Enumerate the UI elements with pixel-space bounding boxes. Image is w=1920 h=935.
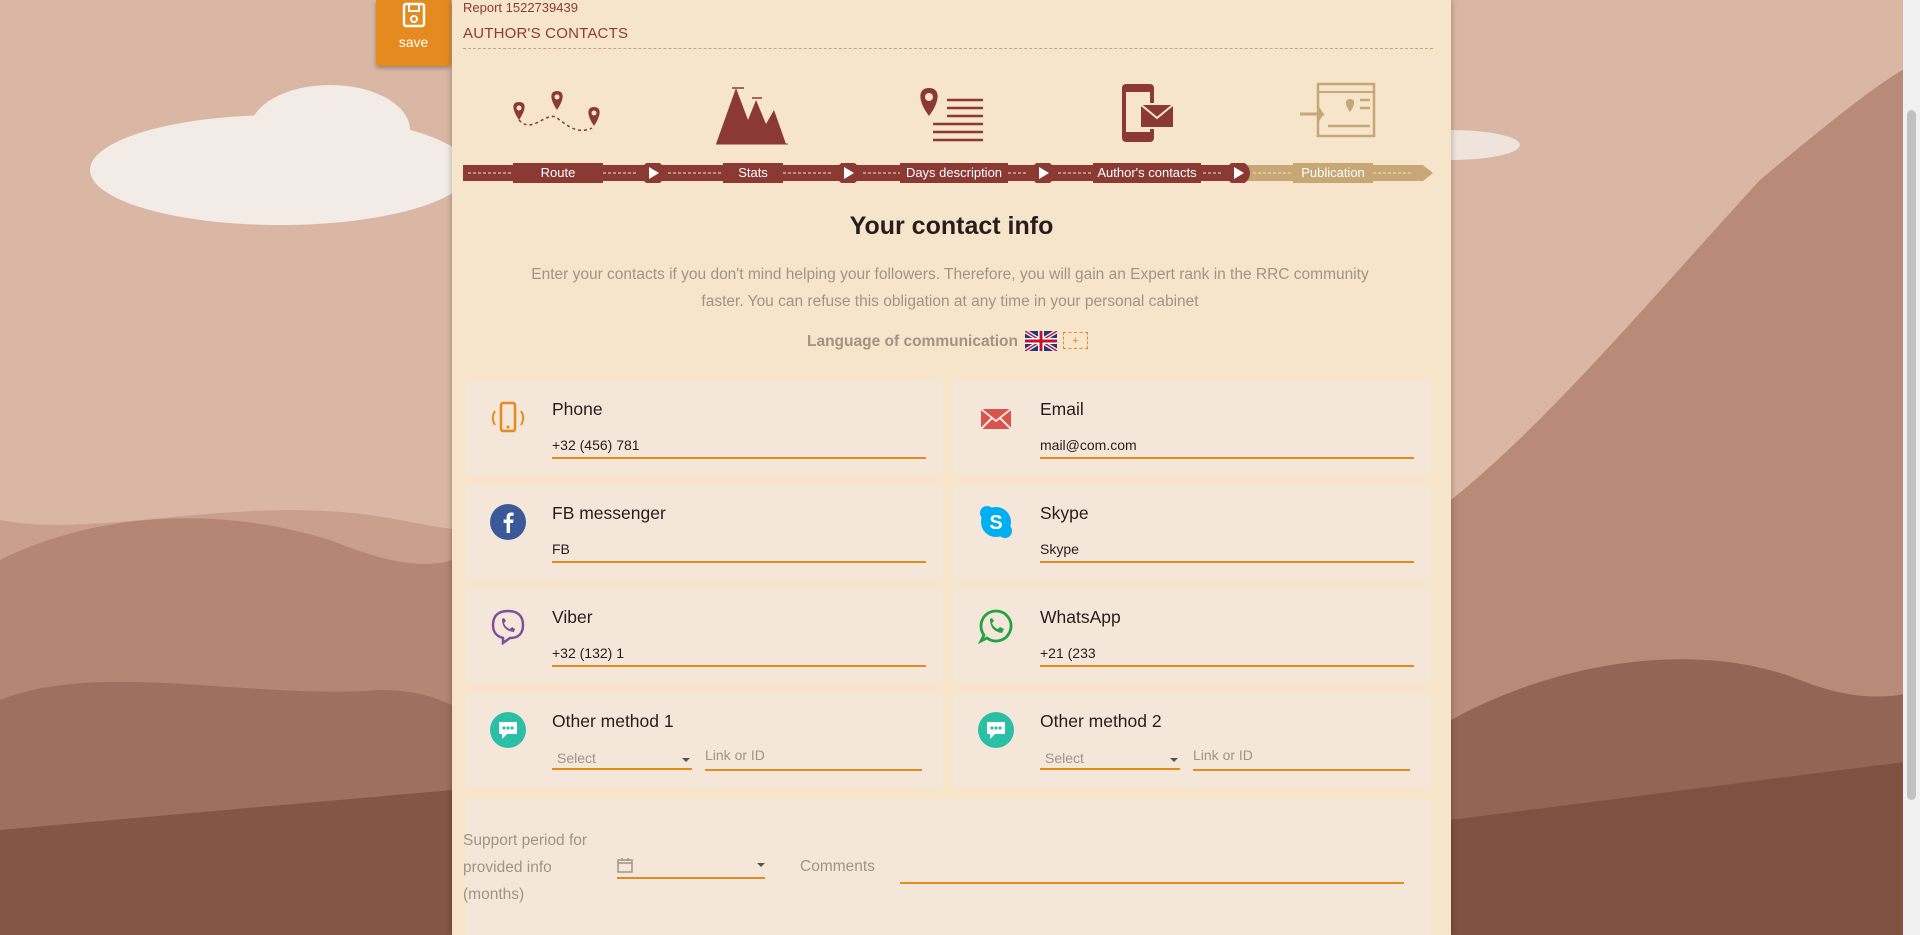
scrollbar[interactable] xyxy=(1903,0,1920,935)
skype-card: S Skype Skype xyxy=(953,485,1431,579)
comments-label: Comments xyxy=(800,858,875,875)
fb-label: FB messenger xyxy=(552,503,666,523)
step-authors-contacts[interactable]: Author's contacts xyxy=(1093,163,1201,183)
calendar-icon xyxy=(617,858,633,873)
email-label: Email xyxy=(1040,399,1084,419)
facebook-icon xyxy=(490,504,526,540)
step-days-description[interactable]: Days description xyxy=(900,163,1008,183)
phone-card: Phone +32 (456) 781 xyxy=(465,381,943,475)
other-method-2-card: Other method 2 Select Link or ID xyxy=(953,693,1431,787)
whatsapp-icon xyxy=(977,609,1013,645)
uk-flag-icon[interactable] xyxy=(1025,331,1057,351)
save-button[interactable]: save xyxy=(376,0,451,66)
comments-input[interactable] xyxy=(900,882,1404,884)
other-method-2-label: Other method 2 xyxy=(1040,711,1162,731)
phone-mail-icon xyxy=(1122,84,1175,142)
support-period-label: Support period for provided info (months… xyxy=(463,832,588,903)
other-method-2-select[interactable]: Select xyxy=(1040,746,1180,770)
email-icon xyxy=(980,408,1012,430)
other-method-1-select[interactable]: Select xyxy=(552,746,692,770)
support-section: Support period for provided info (months… xyxy=(463,800,1431,935)
svg-text:S: S xyxy=(989,512,1002,534)
fb-field[interactable]: FB xyxy=(552,537,926,563)
support-period-select[interactable] xyxy=(617,853,765,879)
email-card: Email mail@com.com xyxy=(953,381,1431,475)
skype-icon: S xyxy=(980,506,1012,538)
save-label: save xyxy=(398,34,429,50)
chat-bubble-icon xyxy=(490,712,526,748)
scrollbar-thumb[interactable] xyxy=(1907,110,1916,800)
language-label: Language of communication xyxy=(807,333,1018,350)
step-publication[interactable]: Publication xyxy=(1293,163,1373,183)
phone-icon xyxy=(491,401,525,433)
floppy-disk-icon xyxy=(402,2,425,28)
report-id: Report 1522739439 xyxy=(463,0,578,15)
web-publish-icon xyxy=(1300,82,1376,138)
email-field[interactable]: mail@com.com xyxy=(1040,433,1414,459)
step-stats[interactable]: Stats xyxy=(723,163,783,183)
other-method-1-card: Other method 1 Select Link or ID xyxy=(465,693,943,787)
fb-card: FB messenger FB xyxy=(465,485,943,579)
skype-label: Skype xyxy=(1040,503,1089,523)
viber-icon xyxy=(491,609,525,645)
section-title: AUTHOR'S CONTACTS xyxy=(463,25,629,42)
whatsapp-label: WhatsApp xyxy=(1040,607,1121,627)
step-route[interactable]: Route xyxy=(513,163,603,183)
page-title: Your contact info xyxy=(849,212,1054,240)
phone-field[interactable]: +32 (456) 781 xyxy=(552,433,926,459)
phone-label: Phone xyxy=(552,399,603,419)
route-map-icon xyxy=(513,91,600,132)
whatsapp-field[interactable]: +21 (233 xyxy=(1040,641,1414,667)
viber-label: Viber xyxy=(552,607,593,627)
other-method-2-link-input[interactable]: Link or ID xyxy=(1193,743,1410,771)
chat-bubble-icon xyxy=(978,712,1014,748)
whatsapp-card: WhatsApp +21 (233 xyxy=(953,589,1431,683)
skype-field[interactable]: Skype xyxy=(1040,537,1414,563)
wizard-step-labels: Route Stats Days description Author's co… xyxy=(463,163,1433,183)
mountain-stats-icon xyxy=(716,87,788,145)
viber-field[interactable]: +32 (132) 1 xyxy=(552,641,926,667)
other-method-1-link-input[interactable]: Link or ID xyxy=(705,743,922,771)
add-language-button[interactable]: + xyxy=(1063,332,1088,349)
viber-card: Viber +32 (132) 1 xyxy=(465,589,943,683)
other-method-1-label: Other method 1 xyxy=(552,711,674,731)
pin-list-icon xyxy=(920,88,983,142)
divider xyxy=(463,48,1433,49)
page-description: Enter your contacts if you don't mind he… xyxy=(531,266,1369,310)
